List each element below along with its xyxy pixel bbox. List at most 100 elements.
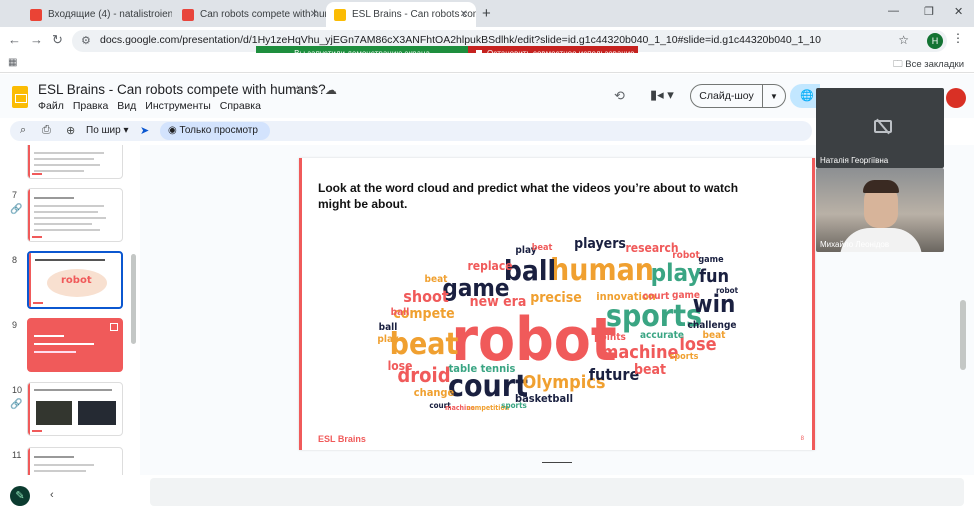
slide-number: 8: [12, 255, 18, 265]
word-cloud-word: points: [594, 332, 626, 343]
word-cloud-word: new era: [470, 294, 527, 310]
tab-title: Can robots compete with huma: [200, 9, 326, 20]
word-cloud-word: precise: [530, 290, 582, 306]
slide-thumbnail-7[interactable]: [27, 188, 123, 242]
url-text[interactable]: docs.google.com/presentation/d/1Hy1zeHqV…: [100, 34, 821, 46]
tab-can-robots[interactable]: Can robots compete with huma ✕: [174, 2, 326, 27]
slide-number: 9: [12, 320, 18, 330]
word-cloud-word: ball: [391, 307, 410, 318]
slide-filmstrip: 7 🔗 8 robot 9 10 🔗 11: [0, 145, 140, 475]
all-bookmarks-button[interactable]: 🗀 Все закладки: [893, 57, 964, 73]
restore-button[interactable]: ❐: [924, 5, 934, 18]
close-icon[interactable]: ✕: [310, 9, 318, 20]
word-cloud-word: change: [414, 386, 455, 399]
chevron-down-icon[interactable]: ▼: [763, 92, 785, 101]
back-button[interactable]: ←: [8, 32, 21, 47]
word-cloud-word: sports: [501, 401, 527, 410]
menu-edit[interactable]: Правка: [73, 100, 108, 112]
zoom-value: По шир: [86, 125, 121, 136]
word-cloud-word: game: [672, 290, 700, 301]
version-history-icon[interactable]: ⟲: [614, 88, 625, 104]
tab-gmail[interactable]: Входящие (4) - natalistroienko: [22, 2, 172, 27]
slide-page-number: 8: [800, 436, 804, 442]
slide-thumbnail-8[interactable]: robot: [27, 251, 123, 309]
apps-grid-icon[interactable]: ▦: [8, 57, 17, 68]
minimize-button[interactable]: —: [888, 5, 899, 17]
move-icon[interactable]: ⇪: [309, 83, 325, 97]
slideshow-button[interactable]: Слайд-шоу ▼: [690, 84, 786, 108]
menu-view[interactable]: Вид: [117, 100, 136, 112]
reload-button[interactable]: ↻: [52, 32, 63, 48]
slide-number: 10: [12, 385, 23, 395]
close-icon[interactable]: ✕: [460, 9, 468, 20]
view-only-badge[interactable]: ◉ Только просмотр: [160, 122, 270, 140]
menu-help[interactable]: Справка: [220, 100, 261, 112]
video-tile-participant-1[interactable]: Наталія Георгіївна: [816, 88, 944, 168]
word-cloud-word: players: [574, 236, 626, 252]
star-icon[interactable]: ☆: [292, 83, 309, 97]
title-actions: ☆⇪☁: [292, 83, 343, 97]
account-avatar[interactable]: [946, 88, 966, 108]
tab-title: ESL Brains - Can robots compete: [352, 9, 476, 20]
slide-thumbnail-9[interactable]: [27, 318, 123, 372]
word-cloud-word: robot: [672, 250, 700, 261]
site-info-icon[interactable]: ⚙: [81, 34, 91, 47]
word-cloud-word: beat: [425, 274, 449, 285]
canvas-scrollbar[interactable]: [960, 300, 966, 370]
gmail-icon: [30, 8, 42, 21]
word-cloud-word: court: [643, 291, 670, 302]
word-cloud-word: sports: [670, 352, 699, 362]
slide-thumbnail-10[interactable]: [27, 382, 123, 436]
browser-tab-strip: Входящие (4) - natalistroienko Can robot…: [0, 0, 974, 27]
word-cloud-word: beat: [532, 243, 553, 253]
filmstrip-scrollbar[interactable]: [131, 254, 136, 344]
video-tile-participant-2[interactable]: Михайло Леонідов: [816, 168, 944, 252]
zoom-select[interactable]: По шир ▾: [86, 125, 129, 136]
word-cloud-word: research: [625, 241, 678, 255]
print-icon[interactable]: ⎙: [42, 124, 51, 137]
search-icon[interactable]: ⌕: [20, 124, 26, 137]
participant-name: Наталія Георгіївна: [820, 156, 889, 165]
bookmarks-bar: ▦ 🗀 Все закладки: [0, 53, 974, 73]
new-tab-button[interactable]: +: [482, 5, 491, 22]
doc-favicon-icon: [182, 8, 194, 21]
word-cloud-word: accurate: [640, 330, 684, 341]
word-cloud-word: shoot: [403, 287, 449, 306]
browser-menu-icon[interactable]: ⋮: [952, 31, 964, 45]
word-cloud-word: machine: [602, 342, 679, 363]
forward-button[interactable]: →: [30, 32, 43, 47]
participant-name: Михайло Леонідов: [820, 240, 890, 249]
speaker-notes-panel[interactable]: [150, 478, 964, 506]
slide-thumbnail-11[interactable]: [27, 447, 123, 475]
slideshow-label[interactable]: Слайд-шоу: [691, 85, 763, 107]
menu-tools[interactable]: Инструменты: [145, 100, 210, 112]
google-slides-logo-icon[interactable]: [12, 86, 28, 108]
tab-esl-brains[interactable]: ESL Brains - Can robots compete ✕: [326, 2, 476, 27]
notes-resize-handle[interactable]: [542, 462, 572, 463]
word-cloud-word: table tennis: [449, 362, 516, 375]
slide-question: Look at the word cloud and predict what …: [318, 181, 739, 211]
pen-icon[interactable]: ✎: [10, 486, 30, 506]
camera-off-icon: [874, 120, 892, 133]
link-icon: 🔗: [10, 399, 23, 410]
word-cloud-word: future: [589, 365, 640, 384]
word-cloud-word: play: [377, 334, 398, 345]
slide-number: 11: [12, 450, 22, 460]
word-cloud-word: robot: [716, 286, 739, 295]
zoom-icon[interactable]: ⊕: [66, 124, 75, 137]
esl-brains-logo: ESL Brains: [318, 434, 366, 444]
bookmark-star-icon[interactable]: ☆: [898, 33, 909, 47]
document-title[interactable]: ESL Brains - Can robots compete with hum…: [38, 82, 326, 97]
word-cloud-word: fun: [699, 266, 729, 287]
slide-thumbnail-6[interactable]: [27, 145, 123, 179]
select-cursor-icon[interactable]: ➤: [140, 124, 149, 137]
current-slide: robot human sports beat court ball game play win…: [299, 158, 815, 450]
menu-file[interactable]: Файл: [38, 100, 64, 112]
collapse-filmstrip-icon[interactable]: ‹: [50, 489, 54, 501]
profile-avatar[interactable]: Н: [927, 33, 943, 49]
close-window-button[interactable]: ✕: [954, 5, 963, 18]
mini-robot-word: robot: [61, 275, 92, 286]
cloud-status-icon[interactable]: ☁: [325, 83, 343, 97]
meet-camera-icon[interactable]: ▮◂ ▾: [650, 87, 674, 103]
word-cloud-word: play: [651, 259, 702, 287]
